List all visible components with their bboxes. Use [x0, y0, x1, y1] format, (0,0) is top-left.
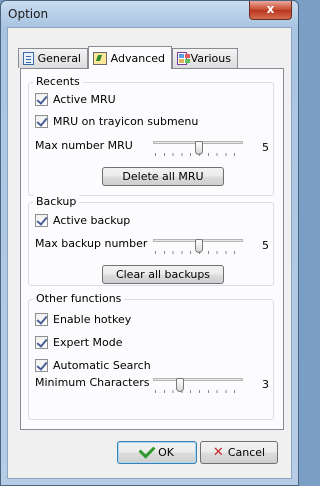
delete-all-mru-button[interactable]: Delete all MRU — [102, 167, 224, 186]
cancel-label: Cancel — [227, 446, 266, 459]
enable-hotkey-checkbox-row[interactable]: Enable hotkey — [35, 313, 131, 326]
recents-group: Recents Active MRU MRU on trayicon subme… — [28, 75, 274, 196]
min-chars-slider-row: Minimum Characters 3 — [35, 374, 269, 396]
active-backup-checkbox[interactable] — [35, 214, 48, 227]
tab-advanced[interactable]: Advanced — [88, 46, 172, 69]
min-chars-slider[interactable] — [153, 378, 243, 392]
automatic-search-label: Automatic Search — [53, 359, 151, 372]
ok-button[interactable]: OK — [117, 441, 197, 464]
max-backup-slider[interactable] — [153, 239, 243, 253]
max-mru-slider-row: Max number MRU 5 — [35, 137, 269, 159]
max-mru-value: 5 — [262, 141, 269, 154]
tab-label: Various — [190, 52, 231, 65]
clear-all-backups-button[interactable]: Clear all backups — [102, 265, 224, 284]
expert-mode-checkbox[interactable] — [35, 336, 48, 349]
active-mru-checkbox[interactable] — [35, 93, 48, 106]
expert-mode-label: Expert Mode — [53, 336, 123, 349]
backup-group: Backup Active backup Max backup number 5… — [28, 195, 274, 286]
active-backup-label: Active backup — [53, 214, 131, 227]
other-functions-group-title: Other functions — [33, 292, 125, 305]
ok-label: OK — [158, 446, 174, 459]
min-chars-slider-ticks — [155, 390, 243, 393]
enable-hotkey-label: Enable hotkey — [53, 313, 132, 326]
min-chars-label: Minimum Characters — [35, 376, 150, 389]
max-backup-value: 5 — [262, 239, 269, 252]
advanced-tab-icon — [93, 51, 107, 65]
advanced-tab-panel: Recents Active MRU MRU on trayicon subme… — [20, 68, 284, 430]
other-functions-group: Other functions Enable hotkey Expert Mod… — [28, 292, 274, 420]
general-tab-icon — [23, 52, 34, 65]
max-backup-slider-ticks — [155, 251, 243, 254]
window-title: Option — [8, 7, 49, 21]
max-mru-slider[interactable] — [153, 141, 243, 155]
title-bar[interactable]: Option x — [1, 1, 298, 27]
max-mru-slider-ticks — [155, 153, 243, 156]
checkmark-icon — [138, 441, 156, 459]
active-mru-label: Active MRU — [53, 93, 116, 106]
enable-hotkey-checkbox[interactable] — [35, 313, 48, 326]
automatic-search-checkbox-row[interactable]: Automatic Search — [35, 359, 151, 372]
automatic-search-checkbox[interactable] — [35, 359, 48, 372]
mru-submenu-label: MRU on trayicon submenu — [53, 115, 199, 128]
dialog-client-area: General Advanced Various Recents Active … — [7, 27, 292, 479]
close-button[interactable]: x — [249, 1, 292, 20]
cancel-button[interactable]: ✕ Cancel — [200, 441, 278, 464]
tab-general[interactable]: General — [18, 48, 88, 68]
expert-mode-checkbox-row[interactable]: Expert Mode — [35, 336, 123, 349]
min-chars-value: 3 — [262, 378, 269, 391]
active-mru-checkbox-row[interactable]: Active MRU — [35, 93, 116, 106]
max-mru-label: Max number MRU — [35, 139, 133, 152]
tab-various[interactable]: Various — [172, 48, 238, 68]
active-backup-checkbox-row[interactable]: Active backup — [35, 214, 130, 227]
max-backup-label: Max backup number — [35, 237, 148, 250]
cancel-x-icon: ✕ — [212, 445, 224, 460]
max-backup-slider-row: Max backup number 5 — [35, 235, 269, 257]
recents-group-title: Recents — [33, 75, 83, 88]
mru-submenu-checkbox[interactable] — [35, 115, 48, 128]
tab-label: General — [37, 52, 81, 65]
tab-label: Advanced — [110, 51, 165, 65]
option-dialog: Option x General Advanced Various Recent… — [0, 0, 299, 486]
various-tab-icon — [177, 52, 187, 65]
backup-group-title: Backup — [33, 195, 80, 208]
mru-submenu-checkbox-row[interactable]: MRU on trayicon submenu — [35, 115, 198, 128]
